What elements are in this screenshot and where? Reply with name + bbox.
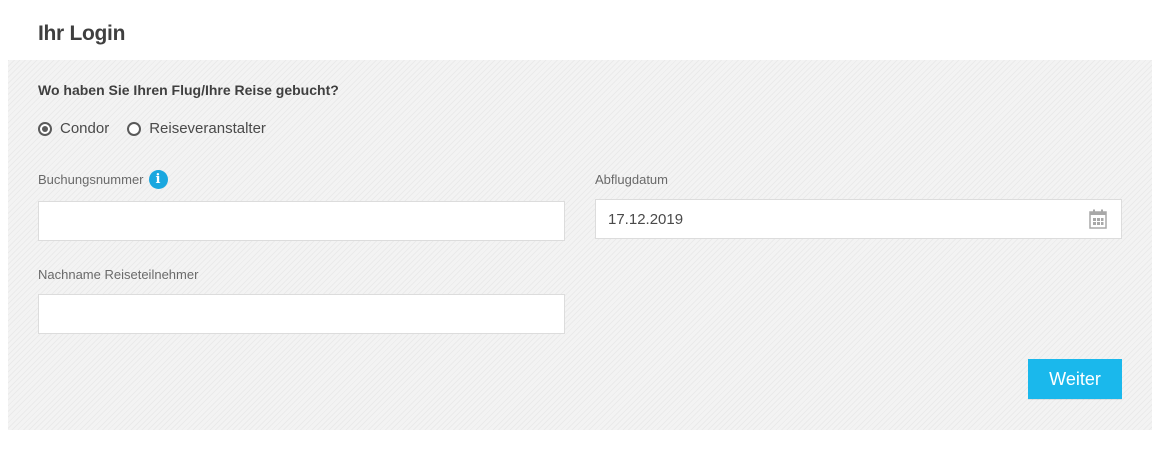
radio-label-reiseveranstalter: Reiseveranstalter: [149, 120, 266, 137]
last-name-input[interactable]: [38, 294, 565, 334]
submit-button[interactable]: Weiter: [1028, 359, 1122, 399]
booking-number-label-text: Buchungsnummer: [38, 172, 144, 187]
calendar-icon[interactable]: [1089, 209, 1107, 229]
login-panel: Wo haben Sie Ihren Flug/Ihre Reise gebuc…: [8, 60, 1152, 430]
radio-reiseveranstalter[interactable]: [127, 121, 142, 136]
booking-source-radio-group: Condor Reiseveranstalter: [38, 120, 284, 137]
booking-source-question: Wo haben Sie Ihren Flug/Ihre Reise gebuc…: [38, 82, 339, 98]
radio-condor[interactable]: [38, 121, 52, 136]
last-name-label: Nachname Reiseteilnehmer: [38, 267, 199, 282]
page-title: Ihr Login: [38, 22, 126, 45]
radio-label-condor: Condor: [60, 120, 110, 137]
radio-option-reiseveranstalter[interactable]: Reiseveranstalter: [127, 120, 266, 137]
booking-number-input[interactable]: [38, 201, 565, 241]
info-icon[interactable]: i: [148, 170, 168, 189]
departure-date-label: Abflugdatum: [595, 172, 668, 187]
departure-date-field[interactable]: [595, 199, 1122, 239]
booking-number-label: Buchungsnummer i: [38, 170, 168, 189]
radio-option-condor[interactable]: Condor: [38, 120, 109, 137]
departure-date-input[interactable]: [596, 200, 1076, 238]
